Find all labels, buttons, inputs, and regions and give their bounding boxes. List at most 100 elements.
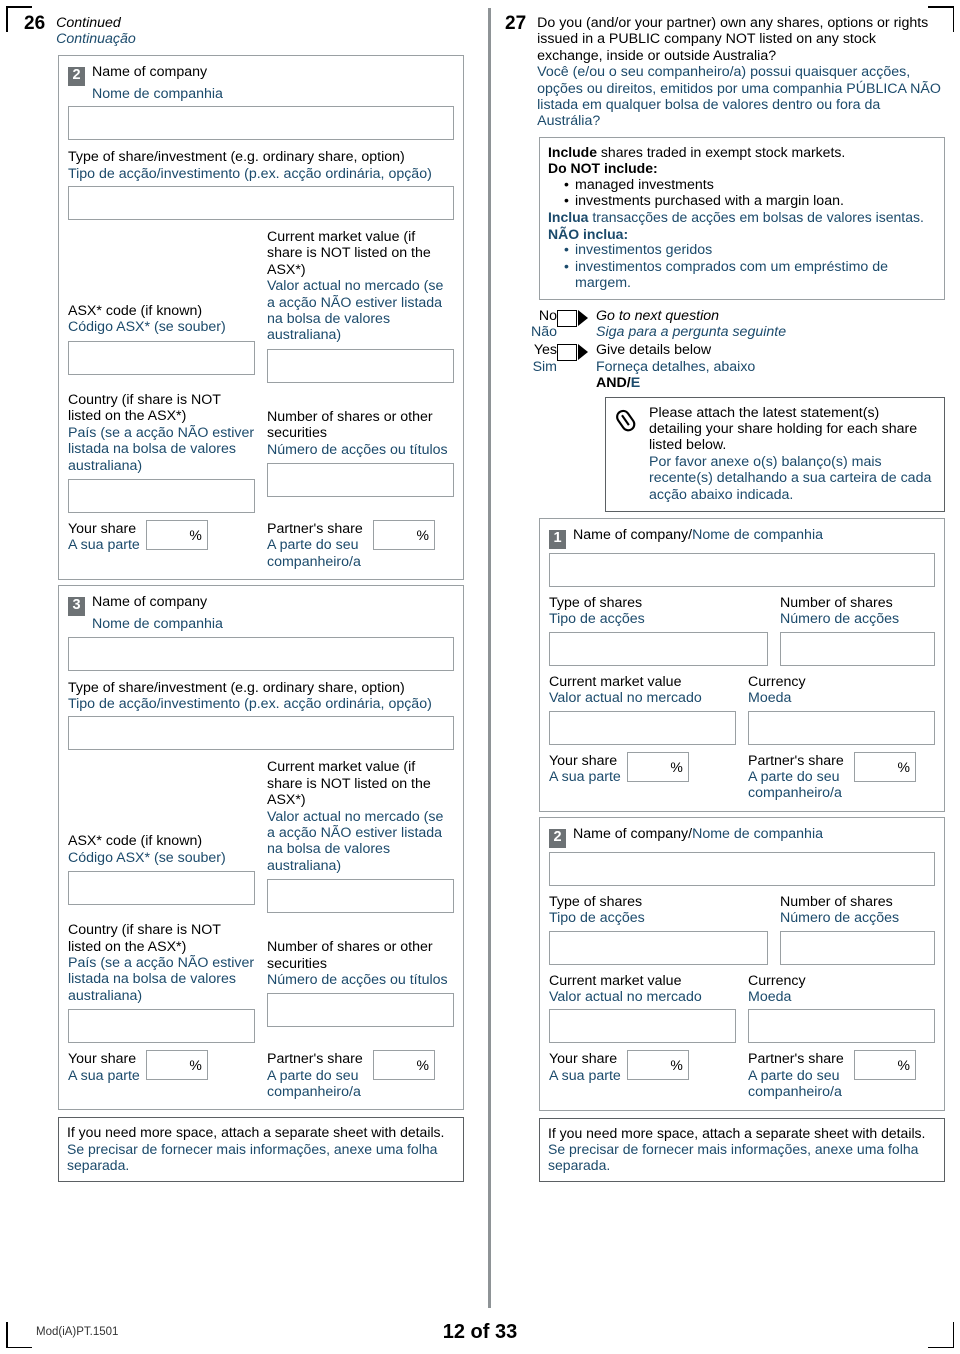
entry-3-country-pt: País (se a acção NÃO estiver listada na …	[68, 955, 255, 1004]
pentry-2-type-input[interactable]	[549, 930, 768, 965]
pentry-2-your-share-input[interactable]: %	[626, 1050, 689, 1081]
pentry-1-badge: 1	[549, 529, 566, 549]
entry-2-market-value-pt: Valor actual no mercado (se a acção NÃO …	[267, 278, 444, 344]
entry-2-type-of-share-input[interactable]	[68, 186, 454, 221]
percent-symbol: %	[189, 526, 202, 543]
donot-label-pt: NÃO inclua:	[548, 225, 629, 242]
pentry-2-company-name-input[interactable]	[549, 851, 935, 886]
pentry-1-your-share-pt: A sua parte	[549, 769, 621, 785]
pentry-2-currency-input[interactable]	[748, 1009, 935, 1044]
pentry-1-value-en: Current market value	[549, 673, 682, 690]
entry-3-market-value-input[interactable]	[267, 879, 454, 914]
entry-2-country-input[interactable]	[68, 478, 255, 513]
pentry-1-number-input[interactable]	[780, 631, 935, 666]
pentry-1-currency-en: Currency	[748, 673, 806, 690]
arrow-right-icon	[578, 344, 588, 361]
answer-yes-action: Give details below Forneça detalhes, aba…	[589, 342, 755, 391]
entry-2-asx-code-pt: Código ASX* (se souber)	[68, 319, 226, 336]
attach-text-en: Please attach the latest statement(s) de…	[649, 404, 918, 454]
question-27-heading: 27 Do you (and/or your partner) own any …	[505, 14, 945, 130]
q27-more-space-pt: Se precisar de fornecer mais informações…	[548, 1141, 919, 1174]
donot-list-en: managed investments investments purchase…	[548, 176, 936, 210]
include-line-en: Include shares traded in exempt stock ma…	[548, 144, 936, 160]
entry-3-your-share-group: Your share A sua parte %	[68, 1050, 255, 1084]
answer-no-action-pt: Siga para a pergunta seguinte	[596, 323, 787, 340]
public-share-entry-2: 2 Name of company/Nome de companhia Type …	[539, 816, 945, 1111]
entry-2-country-group: Country (if share is NOT listed on the A…	[68, 392, 255, 513]
page-number: 12 of 33	[442, 1321, 518, 1343]
answer-no-action-en: Go to next question	[596, 307, 720, 324]
entry-3-asx-code-input[interactable]	[68, 871, 255, 906]
arrow-right-icon	[578, 309, 588, 326]
paperclip-icon	[614, 405, 640, 503]
entry-2-your-share-input[interactable]: %	[145, 519, 208, 550]
answer-yes-action-pt: Forneça detalhes, abaixo	[596, 358, 756, 375]
entry-3-country-group: Country (if share is NOT listed on the A…	[68, 922, 255, 1044]
entry-3-asx-code-pt: Código ASX* (se souber)	[68, 849, 226, 866]
question-27-column: 27 Do you (and/or your partner) own any …	[505, 14, 945, 1182]
pentry-2-currency-pt: Moeda	[748, 989, 792, 1006]
pentry-1-name-of-company: Name of company/Nome de companhia	[573, 526, 823, 543]
answer-yes-checkbox[interactable]	[557, 344, 577, 362]
entry-3-asx-group: ASX* code (if known) Código ASX* (se sou…	[68, 759, 255, 913]
pentry-1-number-en: Number of shares	[780, 594, 893, 611]
entry-3-name-of-company-pt: Nome de companhia	[92, 616, 223, 633]
pentry-2-value-input[interactable]	[549, 1009, 736, 1044]
pentry-1-your-share-input[interactable]: %	[626, 751, 689, 782]
answer-no-labels: No Não	[505, 308, 557, 341]
entry-3-partner-share-group: Partner's share A parte do seu companhei…	[267, 1050, 454, 1100]
pentry-1-value-input[interactable]	[549, 710, 736, 745]
donot-item-pt: investimentos geridos	[564, 241, 936, 258]
percent-symbol: %	[670, 1057, 683, 1074]
pentry-1-type-input[interactable]	[549, 631, 768, 666]
entry-2-number-shares-input[interactable]	[267, 463, 454, 498]
pentry-2-type-en: Type of shares	[549, 893, 643, 910]
entry-2-name-of-company-en: Name of company	[92, 63, 208, 80]
pentry-2-number-input[interactable]	[780, 930, 935, 965]
entry-3-partner-share-input[interactable]: %	[373, 1050, 435, 1081]
q26-more-space-en: If you need more space, attach a separat…	[67, 1124, 445, 1141]
share-entry-2: 2 Name of company Nome de companhia Type …	[58, 54, 464, 581]
entry-3-number-shares-en: Number of shares or other securities	[267, 939, 433, 972]
entry-2-company-label: 2 Name of company Nome de companhia	[68, 63, 454, 102]
pentry-2-number-pt: Número de acções	[780, 910, 900, 927]
pentry-1-type-en: Type of shares	[549, 594, 643, 611]
pentry-2-partner-share-input[interactable]: %	[854, 1050, 916, 1081]
pentry-2-value-pt: Valor actual no mercado	[549, 989, 702, 1006]
pentry-1-your-share-en: Your share	[549, 752, 618, 769]
pentry-1-company-name-input[interactable]	[549, 552, 935, 587]
pentry-2-number-group: Number of shares Número de acções	[780, 894, 935, 965]
entry-2-market-value-group: Current market value (if share is NOT li…	[267, 229, 454, 383]
entry-2-partner-share-input[interactable]: %	[373, 519, 435, 550]
question-27-include-note: Include shares traded in exempt stock ma…	[539, 136, 945, 300]
answer-no-en: No	[538, 307, 557, 324]
entry-3-asx-code-en: ASX* code (if known)	[68, 833, 203, 850]
entry-3-market-value-group: Current market value (if share is NOT li…	[267, 759, 454, 914]
entry-2-your-share-group: Your share A sua parte %	[68, 519, 255, 554]
entry-3-company-name-input[interactable]	[68, 636, 454, 671]
entry-3-type-of-share-input[interactable]	[68, 716, 454, 751]
pentry-2-value-en: Current market value	[549, 972, 682, 989]
pentry-1-currency-group: Currency Moeda	[748, 674, 935, 745]
entry-2-asx-code-input[interactable]	[68, 340, 255, 375]
entry-3-number-shares-input[interactable]	[267, 993, 454, 1028]
answer-yes-pt: Sim	[532, 358, 557, 375]
answer-no-checkbox[interactable]	[557, 309, 577, 327]
attach-statement-note: Please attach the latest statement(s) de…	[605, 396, 945, 512]
include-text-en: shares traded in exempt stock markets.	[597, 143, 846, 160]
answer-yes-action-en: Give details below	[596, 342, 712, 359]
answer-no-pt: Não	[530, 323, 557, 340]
pentry-1-value-pt: Valor actual no mercado	[549, 690, 702, 707]
entry-3-your-share-input[interactable]: %	[145, 1050, 208, 1081]
entry-3-country-input[interactable]	[68, 1009, 255, 1044]
entry-2-partner-share-pt: A parte do seu companheiro/a	[267, 537, 361, 570]
entry-2-market-value-input[interactable]	[267, 348, 454, 383]
entry-3-partner-share-pt: A parte do seu companheiro/a	[267, 1067, 361, 1101]
pentry-2-currency-group: Currency Moeda	[748, 973, 935, 1044]
pentry-2-company-label: 2 Name of company/Nome de companhia	[549, 825, 935, 848]
entry-2-asx-code-en: ASX* code (if known)	[68, 303, 203, 320]
pentry-2-partner-share-pt: A parte do seu companheiro/a	[748, 1067, 842, 1101]
pentry-1-currency-input[interactable]	[748, 710, 935, 745]
entry-2-company-name-input[interactable]	[68, 106, 454, 141]
pentry-1-partner-share-input[interactable]: %	[854, 751, 916, 782]
